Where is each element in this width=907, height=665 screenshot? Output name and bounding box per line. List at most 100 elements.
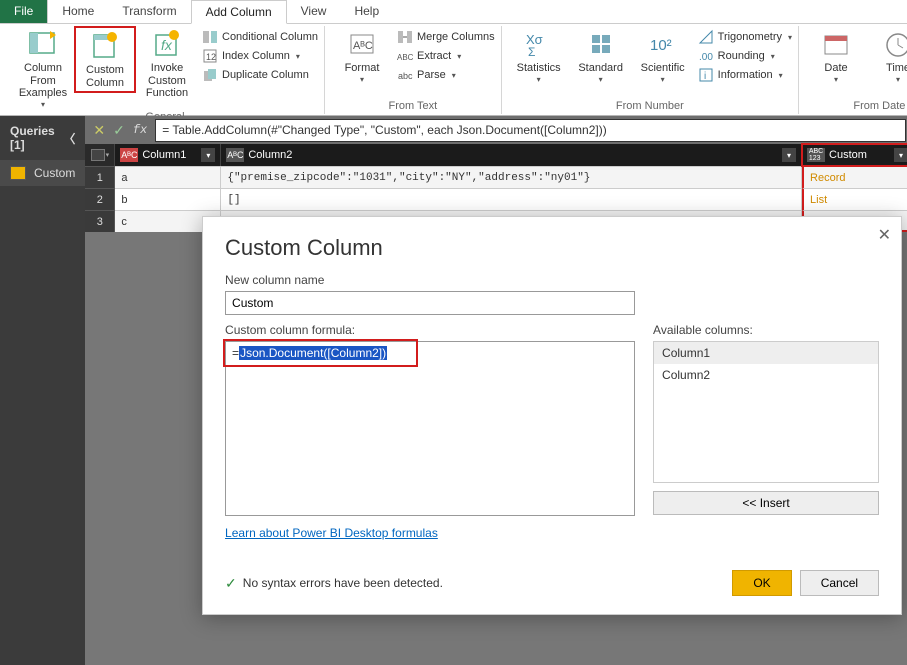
cancel-button[interactable]: Cancel <box>800 570 879 596</box>
svg-text:AᴮC: AᴮC <box>353 40 373 52</box>
information-button[interactable]: iInformation <box>698 67 792 83</box>
tab-transform[interactable]: Transform <box>108 0 190 23</box>
collapse-queries-icon[interactable]: 〈 <box>63 130 75 147</box>
rounding-button[interactable]: .00Rounding <box>698 48 792 64</box>
svg-text:fx: fx <box>161 37 173 53</box>
invoke-function-icon: fx <box>151 28 183 60</box>
svg-text:12: 12 <box>206 52 216 62</box>
dialog-title: Custom Column <box>225 235 879 261</box>
svg-text:Σ: Σ <box>528 45 535 58</box>
formula-editor[interactable]: =Json.Document([Column2]) <box>225 341 635 516</box>
rounding-icon: .00 <box>698 48 714 64</box>
table-row[interactable]: 1a{"premise_zipcode":"1031","city":"NY",… <box>85 166 907 188</box>
duplicate-icon <box>202 67 218 83</box>
new-column-name-label: New column name <box>225 273 879 287</box>
formula-bar: ✕ ✓ fx = Table.AddColumn(#"Changed Type"… <box>85 116 907 144</box>
row-number: 1 <box>85 166 115 188</box>
standard-button[interactable]: Standard <box>570 26 632 86</box>
tab-help[interactable]: Help <box>340 0 393 23</box>
formula-label: Custom column formula: <box>225 323 635 337</box>
cell[interactable]: a <box>115 166 221 188</box>
close-icon[interactable]: ✕ <box>878 225 891 245</box>
tab-add-column[interactable]: Add Column <box>191 0 287 24</box>
column-from-examples-icon <box>27 28 59 60</box>
available-column-item[interactable]: Column2 <box>654 364 878 386</box>
cell[interactable]: {"premise_zipcode":"1031","city":"NY","a… <box>221 166 802 188</box>
parse-button[interactable]: abcParse <box>397 67 495 83</box>
table-icon <box>10 166 26 180</box>
filter-dropdown-icon[interactable]: ▾ <box>894 148 907 162</box>
svg-text:ABC123: ABC123 <box>397 53 413 62</box>
ok-button[interactable]: OK <box>732 570 791 596</box>
type-any-icon: ABC 123 <box>807 148 825 162</box>
fx-icon[interactable]: fx <box>133 123 147 137</box>
cell-custom[interactable]: Record <box>802 166 907 188</box>
new-column-name-input[interactable] <box>225 291 635 315</box>
group-fromdate-label: From Date & Time <box>805 100 907 114</box>
column-header-column1[interactable]: AᴮCColumn1▾ <box>115 144 221 166</box>
column-header-column2[interactable]: AᴮCColumn2▾ <box>221 144 802 166</box>
statistics-icon: XσΣ <box>523 28 555 60</box>
format-button[interactable]: AᴮC Format <box>331 26 393 86</box>
custom-column-icon <box>89 30 121 62</box>
svg-text:.00: .00 <box>699 52 713 63</box>
group-fromtext-label: From Text <box>331 100 495 114</box>
row-number: 3 <box>85 210 115 232</box>
cell[interactable]: b <box>115 188 221 210</box>
file-tab[interactable]: File <box>0 0 48 23</box>
index-icon: 12 <box>202 48 218 64</box>
filter-dropdown-icon[interactable]: ▾ <box>782 148 796 162</box>
statistics-button[interactable]: XσΣStatistics <box>508 26 570 86</box>
queries-header: Queries [1] <box>10 124 63 152</box>
formula-input[interactable]: = Table.AddColumn(#"Changed Type", "Cust… <box>155 119 906 142</box>
cell[interactable]: [] <box>221 188 802 210</box>
column-header-custom[interactable]: ABC 123Custom▾ <box>802 144 907 166</box>
svg-text:i: i <box>704 71 706 82</box>
date-icon <box>820 28 852 60</box>
group-fromnumber-label: From Number <box>508 100 792 114</box>
cancel-formula-icon[interactable]: ✕ <box>93 122 105 139</box>
custom-column-button[interactable]: Custom Column <box>74 26 136 93</box>
available-column-item[interactable]: Column1 <box>654 342 878 364</box>
custom-column-dialog: ✕ Custom Column New column name Custom c… <box>202 216 902 615</box>
time-icon <box>882 28 907 60</box>
invoke-custom-function-button[interactable]: fx Invoke Custom Function <box>136 26 198 102</box>
tab-view[interactable]: View <box>287 0 341 23</box>
merge-columns-button[interactable]: Merge Columns <box>397 29 495 45</box>
conditional-column-button[interactable]: Conditional Column <box>202 29 318 45</box>
row-number: 2 <box>85 188 115 210</box>
available-columns-label: Available columns: <box>653 323 879 337</box>
index-column-button[interactable]: 12Index Column <box>202 48 318 64</box>
date-button[interactable]: Date <box>805 26 867 86</box>
merge-icon <box>397 29 413 45</box>
available-columns-list: Column1 Column2 <box>653 341 879 483</box>
table-icon <box>91 149 105 161</box>
info-icon: i <box>698 67 714 83</box>
check-icon: ✓ <box>225 575 237 592</box>
trigonometry-button[interactable]: Trigonometry <box>698 29 792 45</box>
extract-button[interactable]: ABC123Extract <box>397 48 495 64</box>
formula-selection: Json.Document([Column2]) <box>239 346 387 360</box>
ribbon: Column From Examples Custom Column fx In… <box>0 24 907 116</box>
conditional-icon <box>202 29 218 45</box>
extract-icon: ABC123 <box>397 48 413 64</box>
select-all-corner[interactable]: ▾ <box>85 144 115 166</box>
cell-custom[interactable]: List <box>802 188 907 210</box>
time-button[interactable]: Time <box>867 26 907 86</box>
query-item-custom[interactable]: Custom <box>0 160 85 186</box>
queries-pane: Queries [1] 〈 Custom <box>0 116 85 665</box>
accept-formula-icon[interactable]: ✓ <box>113 122 125 139</box>
table-row[interactable]: 2b[]List <box>85 188 907 210</box>
svg-text:abc: abc <box>398 71 413 81</box>
syntax-status: ✓ No syntax errors have been detected. <box>225 575 443 592</box>
column-from-examples-button[interactable]: Column From Examples <box>12 26 74 111</box>
tab-home[interactable]: Home <box>48 0 108 23</box>
scientific-button[interactable]: 10²Scientific <box>632 26 694 86</box>
learn-link[interactable]: Learn about Power BI Desktop formulas <box>225 526 438 540</box>
file-tab-label: File <box>14 4 33 18</box>
filter-dropdown-icon[interactable]: ▾ <box>201 148 215 162</box>
duplicate-column-button[interactable]: Duplicate Column <box>202 67 318 83</box>
type-text-icon: AᴮC <box>120 148 138 162</box>
insert-button[interactable]: << Insert <box>653 491 879 515</box>
parse-icon: abc <box>397 67 413 83</box>
